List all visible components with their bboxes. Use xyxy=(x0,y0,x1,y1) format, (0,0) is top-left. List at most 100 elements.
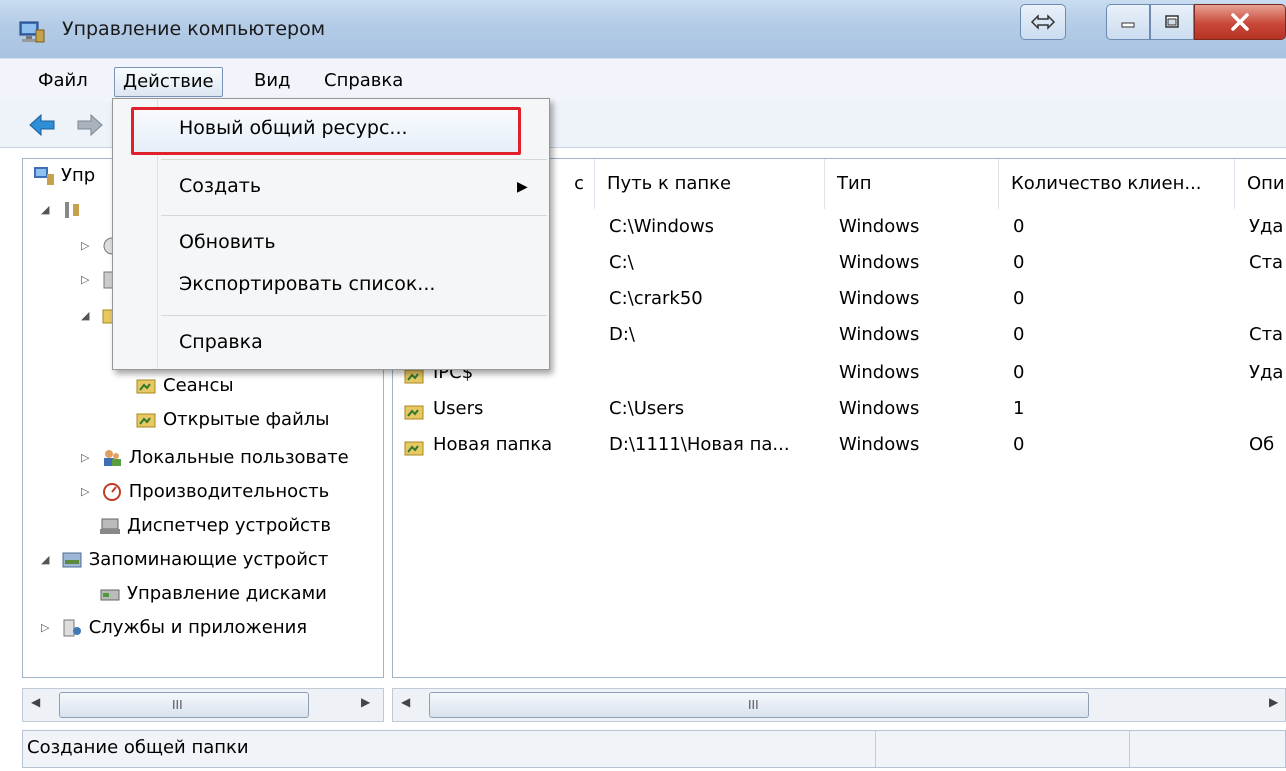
expand-arrow-icon[interactable]: ▷ xyxy=(81,231,95,261)
tree-node-performance[interactable]: ▷ Производительность xyxy=(81,477,329,507)
menu-item-refresh[interactable]: Обновить xyxy=(179,231,276,253)
cell-name: Users xyxy=(403,391,483,427)
tree-node-device-manager[interactable]: Диспетчер устройств xyxy=(99,511,331,541)
expand-arrow-icon[interactable]: ▷ xyxy=(81,265,95,295)
minimize-icon xyxy=(1121,22,1135,28)
maximize-button[interactable] xyxy=(1150,4,1194,40)
status-bar: Создание общей папки xyxy=(22,730,1286,768)
menu-view[interactable]: Вид xyxy=(246,67,299,97)
computer-icon xyxy=(33,166,55,186)
menu-file[interactable]: Файл xyxy=(30,67,96,97)
cell-name-text: Новая папка xyxy=(433,434,553,455)
cell-description: Уда xyxy=(1249,362,1284,383)
back-button[interactable] xyxy=(28,112,56,138)
forward-button[interactable] xyxy=(76,112,104,138)
performance-icon xyxy=(101,482,123,502)
cell-name-text: Users xyxy=(433,398,484,419)
scroll-thumb[interactable]: III xyxy=(59,692,309,718)
storage-icon xyxy=(61,550,83,570)
column-header-path[interactable]: Путь к папке xyxy=(595,159,825,209)
cell-name: Новая папка xyxy=(403,427,552,463)
back-arrow-icon xyxy=(29,113,55,137)
tree-node-storage[interactable]: ◢ Запоминающие устройст xyxy=(41,545,328,575)
resize-button[interactable] xyxy=(1020,4,1066,40)
column-header-clients[interactable]: Количество клиен... xyxy=(999,159,1235,209)
scroll-left-icon[interactable]: ◀ xyxy=(401,695,410,709)
cell-type: Windows xyxy=(839,252,920,273)
cell-path: C:\Users xyxy=(609,398,685,419)
cell-clients: 0 xyxy=(1013,288,1025,309)
shared-folder-icon xyxy=(135,410,157,430)
tree-label-root: Упр xyxy=(61,165,96,186)
tree-node-root[interactable]: Упр xyxy=(33,161,95,191)
tree-label-device-manager: Диспетчер устройств xyxy=(127,515,332,536)
minimize-button[interactable] xyxy=(1106,4,1150,40)
menu-bar: Файл Действие Вид Справка xyxy=(0,58,1286,102)
collapse-arrow-icon[interactable]: ◢ xyxy=(41,545,55,575)
column-header-description[interactable]: Опи xyxy=(1235,159,1286,209)
cell-clients: 0 xyxy=(1013,362,1025,383)
submenu-arrow-icon: ▶ xyxy=(517,179,528,195)
scroll-right-icon[interactable]: ▶ xyxy=(1269,695,1278,709)
tree-node-tools[interactable]: ◢ xyxy=(41,195,89,225)
expand-arrow-icon[interactable]: ▷ xyxy=(41,613,55,643)
close-icon xyxy=(1231,13,1249,31)
users-icon xyxy=(101,448,123,468)
tree-node-sessions[interactable]: Сеансы xyxy=(135,371,234,401)
expand-arrow-icon[interactable]: ▷ xyxy=(81,443,95,473)
close-button[interactable] xyxy=(1194,4,1286,40)
tree-label-disk-management: Управление дисками xyxy=(127,583,327,604)
cell-description: Ста xyxy=(1249,252,1284,273)
status-text: Создание общей папки xyxy=(27,737,249,758)
scroll-right-icon[interactable]: ▶ xyxy=(361,695,370,709)
collapse-arrow-icon[interactable]: ◢ xyxy=(41,195,55,225)
menu-item-new-share[interactable]: Новый общий ресурс... xyxy=(179,117,408,139)
menu-item-create[interactable]: Создать xyxy=(179,175,261,197)
scroll-thumb[interactable]: III xyxy=(429,692,1089,718)
tree-label-storage: Запоминающие устройст xyxy=(88,549,329,570)
menu-item-export-list[interactable]: Экспортировать список... xyxy=(179,273,435,295)
menu-separator xyxy=(161,315,547,316)
forward-arrow-icon xyxy=(77,113,103,137)
cell-description: Об xyxy=(1249,434,1275,455)
cell-path: D:\ xyxy=(609,324,635,345)
tree-horizontal-scrollbar[interactable]: ◀ III ▶ xyxy=(22,688,384,722)
status-divider xyxy=(875,731,876,767)
scroll-grip: III xyxy=(748,698,759,712)
shared-folder-icon xyxy=(135,376,157,396)
tree-node-local-users[interactable]: ▷ Локальные пользовате xyxy=(81,443,349,473)
cell-path: D:\1111\Новая па... xyxy=(609,434,790,455)
cell-description: Ста xyxy=(1249,324,1284,345)
menu-separator xyxy=(161,215,547,216)
cell-clients: 0 xyxy=(1013,324,1025,345)
tree-label-open-files: Открытые файлы xyxy=(163,409,330,430)
action-dropdown-menu: Новый общий ресурс... Создать ▶ Обновить… xyxy=(112,98,550,370)
cell-clients: 0 xyxy=(1013,252,1025,273)
cell-type: Windows xyxy=(839,398,920,419)
menu-help[interactable]: Справка xyxy=(316,67,411,97)
cell-type: Windows xyxy=(839,362,920,383)
cell-clients: 0 xyxy=(1013,216,1025,237)
list-horizontal-scrollbar[interactable]: ◀ III ▶ xyxy=(392,688,1286,722)
status-divider xyxy=(1129,731,1130,767)
scroll-left-icon[interactable]: ◀ xyxy=(31,695,40,709)
menu-item-help[interactable]: Справка xyxy=(179,331,263,353)
cell-path: C:\crark50 xyxy=(609,288,703,309)
tree-node-disk-management[interactable]: Управление дисками xyxy=(99,579,327,609)
tree-label-performance: Производительность xyxy=(128,481,330,502)
menu-action[interactable]: Действие xyxy=(114,67,223,97)
scroll-grip: III xyxy=(172,698,183,712)
tree-node-services[interactable]: ▷ Службы и приложения xyxy=(41,613,307,643)
cell-clients: 1 xyxy=(1013,398,1025,419)
cell-type: Windows xyxy=(839,434,920,455)
title-bar: Управление компьютером xyxy=(0,0,1286,58)
collapse-arrow-icon[interactable]: ◢ xyxy=(81,301,95,331)
tree-node-open-files[interactable]: Открытые файлы xyxy=(135,405,330,435)
shared-folder-icon xyxy=(403,399,425,420)
cell-type: Windows xyxy=(839,216,920,237)
expand-arrow-icon[interactable]: ▷ xyxy=(81,477,95,507)
cell-path: C:\ xyxy=(609,252,634,273)
column-header-type[interactable]: Тип xyxy=(825,159,999,209)
disk-icon xyxy=(99,584,121,604)
tree-label-sessions: Сеансы xyxy=(163,375,234,396)
